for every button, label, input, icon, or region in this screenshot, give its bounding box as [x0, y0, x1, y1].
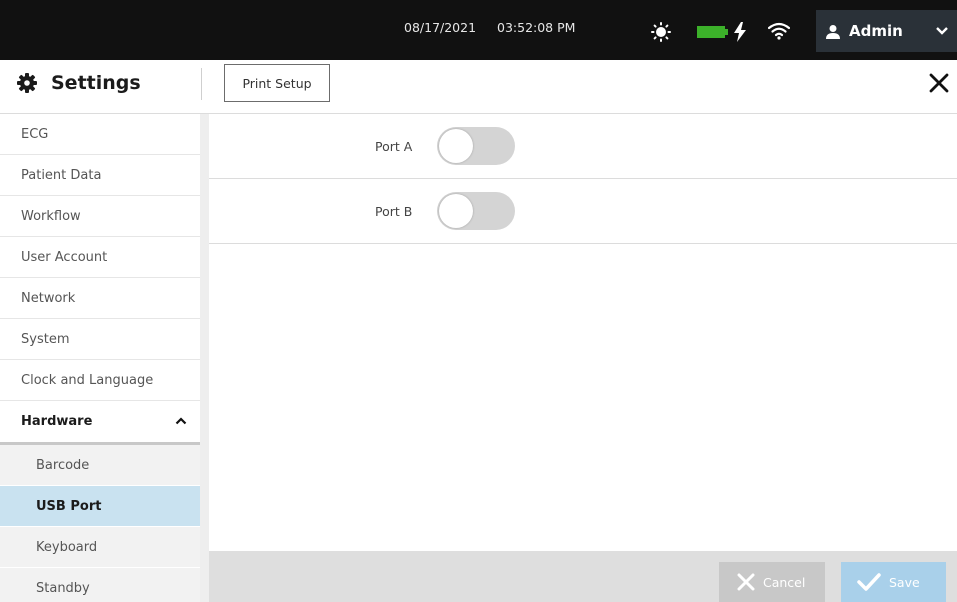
user-icon: [826, 25, 840, 39]
sidebar-item-label: User Account: [21, 249, 108, 265]
wifi-icon[interactable]: [768, 22, 790, 40]
header-divider: [201, 68, 202, 100]
cancel-button[interactable]: Cancel: [719, 562, 825, 602]
toggle-knob: [439, 129, 473, 163]
sidebar-group-hardware[interactable]: Hardware: [0, 401, 200, 445]
sidebar-subitem-usb-port[interactable]: USB Port: [0, 486, 200, 527]
status-time: 03:52:08 PM: [497, 20, 576, 35]
checkmark-icon: [857, 573, 881, 591]
charging-bolt-icon: [734, 22, 746, 42]
sidebar: ECG Patient Data Workflow User Account N…: [0, 114, 200, 602]
sidebar-item-label: Patient Data: [21, 167, 102, 183]
port-b-row: Port B: [209, 179, 957, 244]
sidebar-item-patient-data[interactable]: Patient Data: [0, 155, 200, 196]
gear-icon: [17, 73, 37, 93]
sidebar-item-label: Clock and Language: [21, 372, 154, 388]
sidebar-item-workflow[interactable]: Workflow: [0, 196, 200, 237]
sidebar-subitem-label: USB Port: [36, 498, 102, 514]
sidebar-subitem-label: Barcode: [36, 457, 90, 473]
sidebar-item-label: System: [21, 331, 70, 347]
port-a-label: Port A: [375, 139, 413, 154]
status-bar: [0, 0, 957, 60]
save-button[interactable]: Save: [841, 562, 946, 602]
sidebar-item-system[interactable]: System: [0, 319, 200, 360]
user-name[interactable]: Admin: [849, 22, 903, 40]
sidebar-item-label: Workflow: [21, 208, 81, 224]
print-setup-button[interactable]: Print Setup: [224, 64, 330, 102]
sidebar-subitem-label: Keyboard: [36, 539, 98, 555]
sidebar-subitem-label: Standby: [36, 580, 90, 596]
sidebar-item-label: ECG: [21, 126, 49, 142]
header-bar: [0, 60, 957, 114]
sidebar-subitem-standby[interactable]: Standby: [0, 568, 200, 602]
brightness-icon[interactable]: [651, 22, 671, 42]
sidebar-scrollbar[interactable]: [200, 114, 209, 602]
toggle-knob: [439, 194, 473, 228]
port-b-toggle[interactable]: [437, 192, 515, 230]
sidebar-group-label: Hardware: [21, 414, 93, 429]
save-label: Save: [889, 574, 920, 590]
status-date: 08/17/2021: [404, 20, 477, 35]
page-title: Settings: [51, 72, 141, 94]
sidebar-item-label: Network: [21, 290, 76, 306]
port-a-toggle[interactable]: [437, 127, 515, 165]
port-a-row: Port A: [209, 114, 957, 179]
close-icon[interactable]: [929, 73, 949, 93]
sidebar-item-user-account[interactable]: User Account: [0, 237, 200, 278]
chevron-up-icon[interactable]: [175, 417, 187, 425]
sidebar-subitem-barcode[interactable]: Barcode: [0, 445, 200, 486]
sidebar-item-ecg[interactable]: ECG: [0, 114, 200, 155]
chevron-down-icon[interactable]: [935, 26, 949, 36]
sidebar-item-network[interactable]: Network: [0, 278, 200, 319]
battery-icon: [697, 26, 728, 38]
port-b-label: Port B: [375, 204, 413, 219]
sidebar-item-clock-and-language[interactable]: Clock and Language: [0, 360, 200, 401]
cancel-x-icon: [737, 573, 755, 591]
cancel-label: Cancel: [763, 574, 806, 590]
sidebar-subitem-keyboard[interactable]: Keyboard: [0, 527, 200, 568]
